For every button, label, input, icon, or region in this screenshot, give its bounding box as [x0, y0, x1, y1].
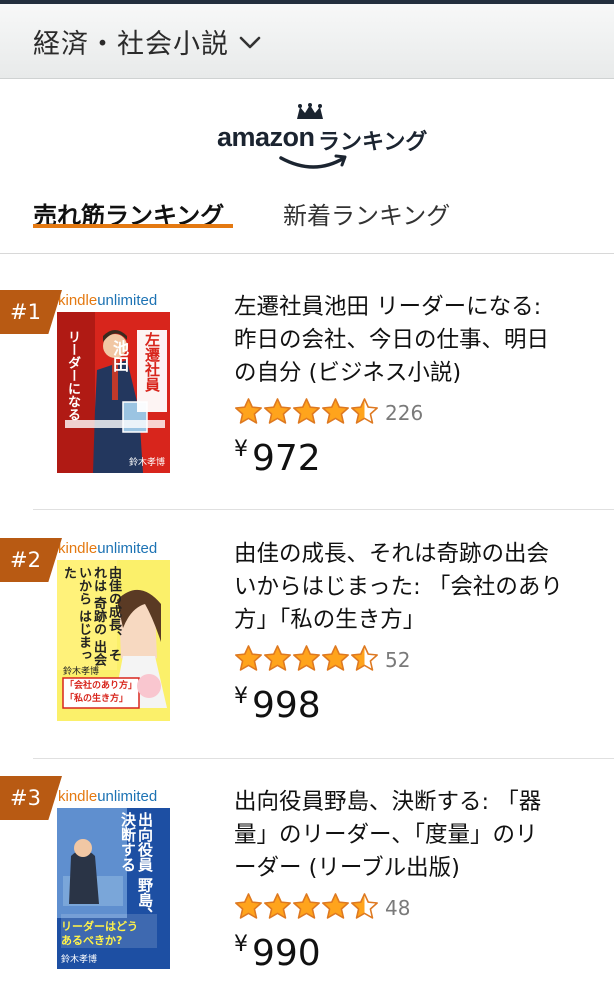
price-amount: 972: [252, 438, 321, 479]
cover-title-line: 出向役員: [136, 812, 154, 872]
active-tab-indicator: [33, 224, 233, 228]
chevron-down-icon: [239, 36, 261, 49]
unlimited-text: unlimited: [97, 540, 158, 557]
kindle-unlimited-badge: kindleunlimited: [57, 290, 170, 312]
cover-title-line: リーダーになる: [65, 330, 80, 421]
cover-title-line: 左遷社員: [143, 332, 161, 392]
cover-title: 由佳の成長、 それは 奇跡の 出会いから はじまった: [61, 566, 121, 674]
rank-badge: #2: [0, 538, 62, 582]
review-count: 48: [385, 896, 411, 920]
price: ¥972: [234, 437, 321, 479]
cover-title-line: 池田: [110, 340, 129, 372]
title-line: 量」のリーダー、「度量」のリ: [234, 822, 538, 848]
list-item[interactable]: kindleunlimited 左遷社員 池田 リーダーになる 鈴木孝博 #1 …: [0, 255, 614, 510]
currency-symbol: ¥: [234, 932, 248, 957]
title-line: 由佳の成長、それは奇跡の出会: [234, 541, 550, 567]
kindle-text: kindle: [58, 540, 98, 557]
title-line: いからはじまった: 「会社のあり: [234, 574, 563, 600]
title-line: 左遷社員池田 リーダーになる:: [234, 294, 542, 320]
cover-title-large: 池田: [107, 340, 131, 372]
unlimited-text: unlimited: [97, 292, 158, 309]
review-count: 226: [385, 401, 424, 425]
price: ¥998: [234, 684, 321, 726]
cover-tagline-line: あるべきか?: [61, 934, 123, 947]
smile-arrow-icon: [279, 154, 347, 169]
review-count: 52: [385, 648, 411, 672]
cover-title-line: 由佳の成長、: [106, 566, 121, 644]
stars: [234, 644, 379, 676]
star-rating[interactable]: 48: [234, 892, 411, 924]
currency-symbol: ¥: [234, 437, 248, 462]
stars: [234, 397, 379, 429]
cover-banner-line: 「会社のあり方」: [65, 681, 138, 691]
price: ¥990: [234, 932, 321, 974]
cover-tagline-line: リーダーはどう: [61, 920, 138, 933]
cover-author: 鈴木孝博: [63, 667, 100, 677]
star-icon: [235, 398, 262, 424]
cover-title: 左遷社員: [138, 332, 166, 395]
cover-tagline: リーダーはどう あるべきか?: [61, 920, 138, 948]
star-icon: [322, 893, 349, 919]
book-cover[interactable]: kindleunlimited 出向役員 野島、 決断する リーダーはどう ある…: [57, 786, 170, 969]
title-line: 昨日の会社、今日の仕事、明日: [234, 327, 550, 353]
list-item[interactable]: kindleunlimited 由佳の成長、 それは 奇跡の 出会いから はじま…: [0, 510, 614, 760]
currency-symbol: ¥: [234, 684, 248, 709]
star-icon: [264, 645, 291, 671]
tab-new-releases[interactable]: 新着ランキング: [283, 196, 450, 231]
crown-icon: [297, 103, 323, 119]
star-icon: [322, 398, 349, 424]
kindle-text: kindle: [58, 292, 98, 309]
star-icon: [293, 398, 320, 424]
book-title[interactable]: 左遷社員池田 リーダーになる: 昨日の会社、今日の仕事、明日 の自分 (ビジネス…: [234, 291, 594, 390]
cover-title-line: 決断する: [119, 812, 137, 872]
cover-title: 出向役員 野島、 決断する: [119, 812, 154, 924]
star-icon: [235, 893, 262, 919]
rank-badge: #1: [0, 290, 62, 334]
price-amount: 990: [252, 933, 321, 974]
stars: [234, 892, 379, 924]
star-icon: [322, 645, 349, 671]
list-item[interactable]: kindleunlimited 出向役員 野島、 決断する リーダーはどう ある…: [0, 760, 614, 1000]
category-label: 経済・社会小説: [33, 28, 229, 60]
book-cover[interactable]: kindleunlimited 由佳の成長、 それは 奇跡の 出会いから はじま…: [57, 538, 170, 721]
rank-badge: #3: [0, 776, 62, 820]
title-line: 出向役員野島、決断する: 「器: [234, 789, 542, 815]
star-icon: [351, 398, 378, 424]
title-line: の自分 (ビジネス小説): [234, 360, 462, 386]
kindle-unlimited-badge: kindleunlimited: [57, 786, 170, 808]
cover-banner: 「会社のあり方」 「私の生き方」: [65, 680, 137, 706]
star-icon: [264, 893, 291, 919]
ranking-tabs: 売れ筋ランキング 新着ランキング: [0, 188, 614, 254]
star-icon: [264, 398, 291, 424]
cover-title-line: 野島、: [136, 877, 154, 923]
star-icon: [293, 893, 320, 919]
book-title[interactable]: 出向役員野島、決断する: 「器 量」のリーダー、「度量」のリ ーダー (リーブル…: [234, 786, 594, 885]
unlimited-text: unlimited: [97, 788, 158, 805]
category-dropdown[interactable]: 経済・社会小説: [0, 4, 614, 79]
kindle-text: kindle: [58, 788, 98, 805]
cover-author: 鈴木孝博: [129, 458, 166, 468]
book-cover[interactable]: kindleunlimited 左遷社員 池田 リーダーになる 鈴木孝博: [57, 290, 170, 473]
star-icon: [235, 645, 262, 671]
kindle-unlimited-badge: kindleunlimited: [57, 538, 170, 560]
title-line: ーダー (リーブル出版): [234, 855, 460, 881]
divider: [33, 758, 614, 759]
star-icon: [351, 893, 378, 919]
cover-banner-line: 「私の生き方」: [65, 694, 129, 704]
price-amount: 998: [252, 685, 321, 726]
book-title[interactable]: 由佳の成長、それは奇跡の出会 いからはじまった: 「会社のあり 方」「私の生き方…: [234, 538, 594, 637]
cover-author: 鈴木孝博: [61, 955, 98, 965]
cover-title-line: 奇跡の: [91, 596, 106, 636]
title-line: 方」「私の生き方」: [234, 607, 426, 633]
star-icon: [351, 645, 378, 671]
star-icon: [293, 645, 320, 671]
logo-brand: amazon: [217, 122, 315, 152]
star-rating[interactable]: 52: [234, 644, 411, 676]
star-rating[interactable]: 226: [234, 397, 424, 429]
cover-title-sub: リーダーになる: [63, 330, 82, 421]
